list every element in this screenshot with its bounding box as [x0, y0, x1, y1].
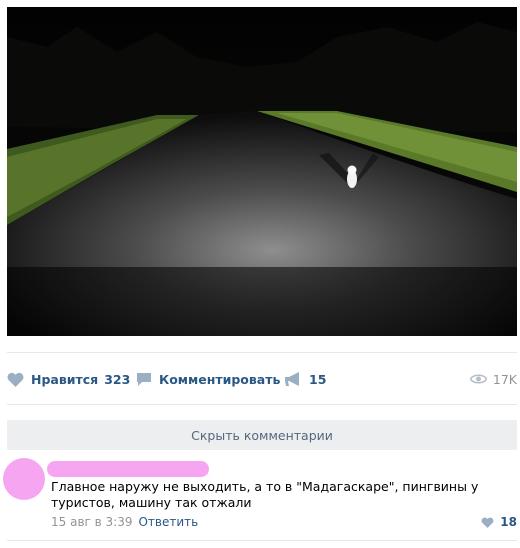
comment-button[interactable]: Комментировать [136, 366, 280, 392]
comment-like-button[interactable]: 18 [481, 515, 517, 529]
comment-icon [137, 372, 151, 386]
views-counter: 17K [469, 366, 517, 392]
share-count: 15 [309, 371, 327, 387]
heart-icon [7, 372, 24, 387]
comment-label: Комментировать [159, 371, 281, 387]
heart-icon [481, 517, 494, 528]
avatar[interactable] [3, 458, 45, 500]
hide-comments-label: Скрыть комментарии [191, 427, 333, 443]
comment-meta: 15 авг в 3:39 Ответить [51, 515, 198, 529]
divider [7, 540, 517, 541]
like-button[interactable]: Нравится 323 [7, 366, 130, 392]
post-photo[interactable] [7, 7, 517, 336]
megaphone-icon [285, 371, 299, 386]
divider [7, 404, 517, 405]
comment-like-count: 18 [500, 515, 517, 529]
comment-date[interactable]: 15 авг в 3:39 [51, 515, 132, 529]
hide-comments-button[interactable]: Скрыть комментарии [7, 420, 517, 450]
views-count: 17K [492, 371, 517, 387]
comment-item: Главное наружу не выходить, а то в "Мада… [3, 458, 517, 538]
comment-text: Главное наружу не выходить, а то в "Мада… [51, 479, 479, 510]
reply-link[interactable]: Ответить [138, 515, 198, 529]
like-count: 323 [104, 371, 131, 387]
author-name-redacted[interactable] [47, 461, 209, 477]
post-actions: Нравится 323 Комментировать 15 17K [7, 366, 517, 392]
like-label: Нравится [31, 371, 99, 387]
divider [7, 352, 517, 353]
eye-icon [469, 374, 487, 384]
share-button[interactable]: 15 [284, 366, 326, 392]
